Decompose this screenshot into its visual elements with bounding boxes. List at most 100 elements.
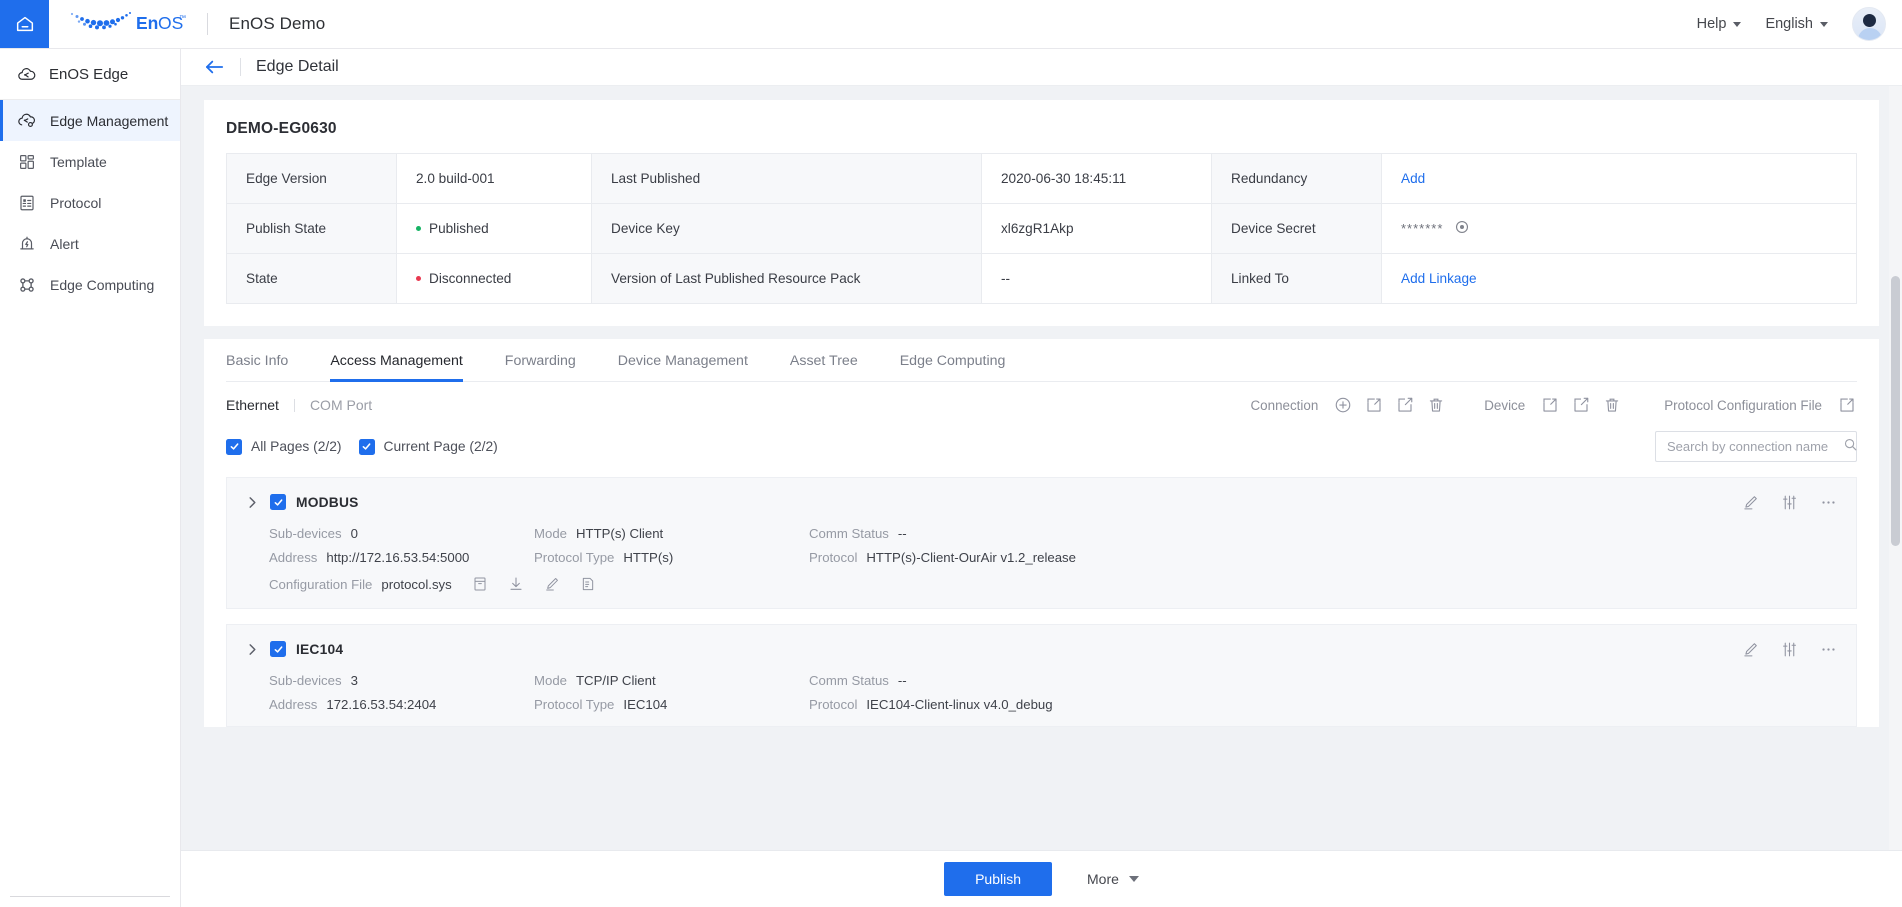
cell-value-device-secret: *******	[1381, 203, 1857, 254]
field-sub-devices: Sub-devices 0	[269, 526, 534, 541]
more-ellipsis-icon[interactable]	[1818, 492, 1838, 512]
home-button[interactable]	[0, 0, 49, 48]
sidebar-item-edge-computing[interactable]: Edge Computing	[0, 264, 180, 305]
alert-bell-icon	[17, 234, 36, 253]
field-value: http://172.16.53.54:5000	[326, 550, 470, 565]
protocol-file-actions: Protocol Configuration File	[1664, 395, 1857, 415]
connection-type-tabs: Ethernet COM Port	[226, 397, 372, 413]
connection-label: Connection	[1250, 397, 1319, 413]
app-body: EnOS Edge Edge Management Template Proto…	[0, 49, 1902, 907]
help-label: Help	[1696, 16, 1727, 32]
field-value: 0	[350, 526, 358, 541]
tab-device-management[interactable]: Device Management	[618, 339, 748, 381]
export-icon[interactable]	[1395, 395, 1415, 415]
top-bar-right: Help English	[1697, 0, 1902, 48]
more-ellipsis-icon[interactable]	[1818, 639, 1838, 659]
card-column-middle: Mode TCP/IP Client Protocol Type IEC104	[534, 673, 809, 712]
edit-pencil-icon[interactable]	[1740, 639, 1760, 659]
tab-forwarding[interactable]: Forwarding	[505, 339, 576, 381]
import-icon[interactable]	[1364, 395, 1384, 415]
tab-basic-info[interactable]: Basic Info	[226, 339, 288, 381]
card-header: IEC104	[247, 639, 1838, 659]
add-circle-icon[interactable]	[1333, 395, 1353, 415]
sidebar-item-label: Alert	[50, 235, 79, 252]
sidebar-item-edge-management[interactable]: Edge Management	[0, 100, 180, 141]
page-header-divider	[240, 58, 241, 76]
app-root: En OS ™ EnOS Demo Help English EnOS Edge…	[0, 0, 1902, 907]
settings-sliders-icon[interactable]	[1779, 492, 1799, 512]
card-checkbox[interactable]	[270, 641, 286, 657]
edit-pencil-icon[interactable]	[1740, 492, 1760, 512]
card-actions	[1740, 639, 1838, 659]
checkbox-checked-icon	[226, 438, 242, 455]
brand-area[interactable]: En OS ™ EnOS Demo	[49, 0, 325, 48]
document-edit-icon[interactable]	[578, 574, 598, 594]
cell-label: Version of Last Published Resource Pack	[591, 253, 982, 304]
configuration-file-row: Configuration File protocol.sys	[247, 574, 1838, 594]
sidebar-item-protocol[interactable]: Protocol	[0, 182, 180, 223]
scrollbar-track[interactable]	[1889, 86, 1902, 850]
card-checkbox[interactable]	[270, 494, 286, 510]
protocol-list-icon	[17, 193, 36, 212]
language-label: English	[1765, 16, 1813, 32]
field-label: Protocol	[809, 550, 858, 565]
help-menu[interactable]: Help	[1697, 16, 1742, 32]
edge-computing-nodes-icon	[17, 275, 36, 294]
import-icon[interactable]	[1540, 395, 1560, 415]
cell-label: Linked To	[1211, 253, 1382, 304]
edit-pencil-icon[interactable]	[542, 574, 562, 594]
chevron-right-icon[interactable]	[247, 496, 260, 509]
language-menu[interactable]: English	[1765, 16, 1828, 32]
configuration-file-value: protocol.sys	[381, 576, 452, 592]
field-label: Sub-devices	[269, 673, 342, 688]
search-box[interactable]	[1655, 431, 1857, 462]
more-button[interactable]: More	[1087, 871, 1139, 887]
field-value: TCP/IP Client	[576, 673, 656, 688]
scrollbar-thumb[interactable]	[1891, 276, 1900, 546]
sidebar-item-alert[interactable]: Alert	[0, 223, 180, 264]
publish-button[interactable]: Publish	[944, 862, 1052, 896]
brand-divider	[207, 13, 208, 35]
export-icon[interactable]	[1571, 395, 1591, 415]
sidebar-header: EnOS Edge	[0, 49, 180, 100]
field-address: Address 172.16.53.54:2404	[269, 697, 534, 712]
delete-trash-icon[interactable]	[1602, 395, 1622, 415]
tab-access-management[interactable]: Access Management	[330, 339, 464, 382]
sidebar-item-template[interactable]: Template	[0, 141, 180, 182]
cell-value-device-key: xl6zgR1Akp	[981, 203, 1212, 254]
sub-tab-ethernet[interactable]: Ethernet	[226, 397, 279, 413]
archive-box-icon[interactable]	[470, 574, 490, 594]
field-value: --	[897, 526, 907, 541]
checkbox-all-pages[interactable]: All Pages (2/2)	[226, 438, 342, 455]
add-redundancy-link[interactable]: Add	[1401, 171, 1425, 186]
search-input[interactable]	[1667, 439, 1843, 454]
download-icon[interactable]	[506, 574, 526, 594]
import-icon[interactable]	[1837, 395, 1857, 415]
eye-reveal-icon[interactable]	[1454, 219, 1470, 238]
field-label: Address	[269, 550, 318, 565]
home-icon	[14, 13, 36, 35]
chevron-right-icon[interactable]	[247, 643, 260, 656]
checkbox-current-page[interactable]: Current Page (2/2)	[358, 438, 498, 455]
edge-name: DEMO-EG0630	[226, 120, 337, 137]
card-column-left: Sub-devices 0 Address http://172.16.53.5…	[269, 526, 534, 565]
add-linkage-link[interactable]: Add Linkage	[1401, 271, 1477, 286]
field-protocol: Protocol IEC104-Client-linux v4.0_debug	[809, 697, 1838, 712]
configuration-file-actions	[470, 574, 598, 594]
search-icon[interactable]	[1843, 437, 1858, 457]
sub-tab-com-port[interactable]: COM Port	[310, 397, 372, 413]
cell-label: Publish State	[226, 203, 397, 254]
back-arrow-icon[interactable]	[204, 58, 226, 76]
settings-sliders-icon[interactable]	[1779, 639, 1799, 659]
tab-asset-tree[interactable]: Asset Tree	[790, 339, 858, 381]
chevron-down-icon	[1733, 21, 1742, 27]
tab-edge-computing[interactable]: Edge Computing	[900, 339, 1006, 381]
status-dot-red	[416, 276, 421, 281]
avatar[interactable]	[1852, 7, 1886, 41]
protocol-configuration-file-label: Protocol Configuration File	[1664, 397, 1822, 413]
delete-trash-icon[interactable]	[1426, 395, 1446, 415]
status-dot-green	[416, 226, 421, 231]
cell-value: Add	[1381, 153, 1857, 204]
avatar-head	[1863, 14, 1876, 27]
chevron-down-icon	[1820, 21, 1828, 27]
